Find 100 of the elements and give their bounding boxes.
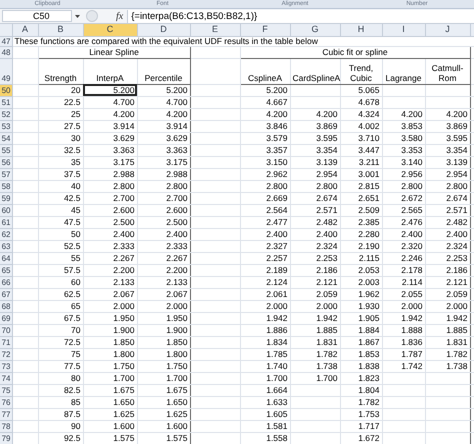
table-cell[interactable]: 32.5 xyxy=(38,144,83,156)
table-cell[interactable]: 1.581 xyxy=(240,420,290,432)
table-cell[interactable]: 72.5 xyxy=(38,336,83,348)
row-header[interactable]: 78 xyxy=(0,420,12,432)
table-cell[interactable]: 2.482 xyxy=(290,216,340,228)
table-cell[interactable]: 2.121 xyxy=(290,276,340,288)
table-cell[interactable]: 2.571 xyxy=(425,204,470,216)
table-cell[interactable]: 2.067 xyxy=(83,288,137,300)
table-cell[interactable]: 2.000 xyxy=(290,300,340,312)
table-cell[interactable]: 1.853 xyxy=(340,348,382,360)
table-cell[interactable]: 4.667 xyxy=(240,96,290,108)
table-cell[interactable]: 45 xyxy=(38,204,83,216)
column-header[interactable]: E xyxy=(190,24,240,36)
row-header[interactable]: 75 xyxy=(0,384,12,396)
table-cell[interactable]: 4.002 xyxy=(340,120,382,132)
table-cell[interactable]: 4.324 xyxy=(340,108,382,120)
table-cell[interactable]: 1.831 xyxy=(290,336,340,348)
row-header[interactable]: 59 xyxy=(0,192,12,204)
table-cell[interactable]: 1.888 xyxy=(382,324,425,336)
table-cell[interactable]: 3.595 xyxy=(425,132,470,144)
table-cell[interactable]: 1.884 xyxy=(340,324,382,336)
table-cell[interactable]: 1.675 xyxy=(83,384,137,396)
table-cell[interactable]: 2.988 xyxy=(137,168,190,180)
table-cell[interactable]: 2.200 xyxy=(83,264,137,276)
table-cell[interactable]: 1.700 xyxy=(290,372,340,384)
column-header[interactable]: F xyxy=(240,24,290,36)
row-header[interactable]: 48 xyxy=(0,46,12,58)
table-cell[interactable]: 2.115 xyxy=(340,252,382,264)
table-cell[interactable]: 37.5 xyxy=(38,168,83,180)
table-cell[interactable]: 1.886 xyxy=(240,324,290,336)
table-cell[interactable]: 1.633 xyxy=(240,396,290,408)
table-cell[interactable]: 2.477 xyxy=(240,216,290,228)
table-cell[interactable]: 2.400 xyxy=(240,228,290,240)
table-cell[interactable]: 1.700 xyxy=(137,372,190,384)
table-cell[interactable]: 1.700 xyxy=(83,372,137,384)
insert-function-button[interactable]: fx xyxy=(116,10,124,22)
table-cell[interactable]: 1.785 xyxy=(240,348,290,360)
table-cell[interactable]: 2.500 xyxy=(83,216,137,228)
table-cell[interactable]: 2.186 xyxy=(290,264,340,276)
table-cell[interactable]: 1.753 xyxy=(340,408,382,420)
row-header[interactable]: 74 xyxy=(0,372,12,384)
row-header[interactable]: 68 xyxy=(0,300,12,312)
table-cell[interactable]: 1.664 xyxy=(240,384,290,396)
table-cell[interactable]: 3.869 xyxy=(290,120,340,132)
table-cell[interactable]: 1.600 xyxy=(137,420,190,432)
table-cell[interactable]: 75 xyxy=(38,348,83,360)
table-cell[interactable]: 2.327 xyxy=(240,240,290,252)
table-cell[interactable]: 2.121 xyxy=(425,276,470,288)
table-cell[interactable]: 2.800 xyxy=(290,180,340,192)
table-cell[interactable]: 1.782 xyxy=(425,348,470,360)
table-cell[interactable]: 1.600 xyxy=(83,420,137,432)
table-cell[interactable]: 1.950 xyxy=(137,312,190,324)
row-header[interactable]: 47 xyxy=(0,36,12,46)
table-cell[interactable]: 3.357 xyxy=(240,144,290,156)
table-cell[interactable]: 3.447 xyxy=(340,144,382,156)
row-header[interactable]: 52 xyxy=(0,108,12,120)
table-cell[interactable]: 2.267 xyxy=(83,252,137,264)
table-cell[interactable]: 70 xyxy=(38,324,83,336)
table-cell[interactable]: 3.914 xyxy=(137,120,190,132)
row-header[interactable]: 50 xyxy=(0,84,12,96)
row-header[interactable]: 71 xyxy=(0,336,12,348)
column-header[interactable]: I xyxy=(382,24,425,36)
row-header[interactable]: 67 xyxy=(0,288,12,300)
table-cell[interactable]: 2.114 xyxy=(382,276,425,288)
table-cell[interactable]: 2.815 xyxy=(340,180,382,192)
table-cell[interactable]: 1.650 xyxy=(83,396,137,408)
table-cell[interactable]: 4.700 xyxy=(137,96,190,108)
row-header[interactable]: 73 xyxy=(0,360,12,372)
table-cell[interactable]: 3.140 xyxy=(382,156,425,168)
table-cell[interactable]: 52.5 xyxy=(38,240,83,252)
table-cell[interactable]: 2.000 xyxy=(425,300,470,312)
table-cell[interactable]: 65 xyxy=(38,300,83,312)
row-header[interactable]: 76 xyxy=(0,396,12,408)
table-cell[interactable]: 62.5 xyxy=(38,288,83,300)
table-cell[interactable]: 87.5 xyxy=(38,408,83,420)
table-cell[interactable]: 3.354 xyxy=(425,144,470,156)
row-header[interactable]: 70 xyxy=(0,324,12,336)
table-cell[interactable]: 1.885 xyxy=(425,324,470,336)
table-cell[interactable]: 2.280 xyxy=(340,228,382,240)
table-cell[interactable]: 4.200 xyxy=(425,108,470,120)
row-header[interactable]: 77 xyxy=(0,408,12,420)
table-cell[interactable]: 4.200 xyxy=(240,108,290,120)
table-cell[interactable]: 57.5 xyxy=(38,264,83,276)
table-cell[interactable]: 2.400 xyxy=(290,228,340,240)
table-cell[interactable]: 1.838 xyxy=(340,360,382,372)
table-cell[interactable]: 2.246 xyxy=(382,252,425,264)
table-cell[interactable]: 5.200 xyxy=(240,84,290,96)
table-cell[interactable]: 2.133 xyxy=(137,276,190,288)
table-cell[interactable]: 1.942 xyxy=(382,312,425,324)
table-cell[interactable]: 3.175 xyxy=(83,156,137,168)
table-cell[interactable]: 3.363 xyxy=(137,144,190,156)
table-cell[interactable]: 1.942 xyxy=(290,312,340,324)
column-header[interactable]: C xyxy=(83,24,137,36)
table-cell[interactable]: 2.600 xyxy=(83,204,137,216)
table-cell[interactable]: 2.564 xyxy=(240,204,290,216)
table-cell[interactable]: 1.800 xyxy=(137,348,190,360)
table-cell[interactable]: 82.5 xyxy=(38,384,83,396)
table-cell[interactable]: 67.5 xyxy=(38,312,83,324)
table-cell[interactable]: 1.625 xyxy=(83,408,137,420)
caret-icon[interactable] xyxy=(75,14,80,18)
